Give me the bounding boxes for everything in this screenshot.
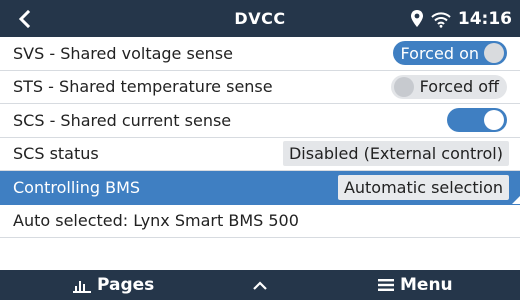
hamburger-icon (378, 279, 394, 291)
controlling-bms-select[interactable]: Automatic selection (337, 174, 509, 200)
setting-row-svs[interactable]: SVS - Shared voltage sense Forced on (0, 37, 520, 71)
location-pin-icon (410, 9, 423, 27)
sts-switch[interactable]: Forced off (390, 74, 507, 99)
wifi-icon (431, 11, 451, 28)
setting-label: SVS - Shared voltage sense (13, 43, 233, 63)
switch-knob (484, 43, 504, 64)
setting-row-scs[interactable]: SCS - Shared current sense (0, 104, 520, 138)
setting-label: SCS - Shared current sense (13, 110, 232, 130)
scs-toggle[interactable] (447, 108, 507, 133)
switch-state-label: Forced on (400, 43, 479, 63)
bottom-bar: Pages Menu (0, 270, 520, 300)
pages-label: Pages (97, 275, 155, 295)
menu-label: Menu (400, 275, 453, 295)
bar-chart-icon (73, 281, 91, 293)
dropdown-corner-icon (512, 195, 520, 204)
setting-label: SCS status (13, 144, 99, 164)
setting-row-controlling-bms[interactable]: Controlling BMS Automatic selection (0, 171, 520, 205)
settings-list: SVS - Shared voltage sense Forced on STS… (0, 37, 520, 238)
pages-button[interactable]: Pages (73, 270, 154, 300)
svs-switch[interactable]: Forced on (392, 41, 507, 66)
menu-button[interactable]: Menu (378, 270, 453, 300)
chevron-left-icon (18, 9, 31, 29)
clock: 14:16 (457, 8, 512, 29)
scs-status-value: Disabled (External control) (282, 141, 509, 167)
switch-state-label: Forced off (419, 77, 499, 97)
switch-knob (393, 76, 414, 97)
setting-label: STS - Shared temperature sense (13, 77, 273, 97)
setting-row-sts[interactable]: STS - Shared temperature sense Forced of… (0, 70, 520, 104)
setting-label: Controlling BMS (13, 177, 141, 197)
setting-row-scs-status: SCS status Disabled (External control) (0, 137, 520, 171)
top-bar: DVCC 14:16 (0, 0, 520, 37)
back-button[interactable] (10, 4, 40, 34)
setting-row-auto-selected: Auto selected: Lynx Smart BMS 500 (0, 204, 520, 238)
status-area: 14:16 (410, 0, 512, 37)
toggle-knob (484, 110, 504, 131)
chevron-up-icon (253, 281, 267, 290)
scroll-up-button[interactable] (251, 270, 269, 300)
info-label: Auto selected: Lynx Smart BMS 500 (13, 211, 299, 231)
